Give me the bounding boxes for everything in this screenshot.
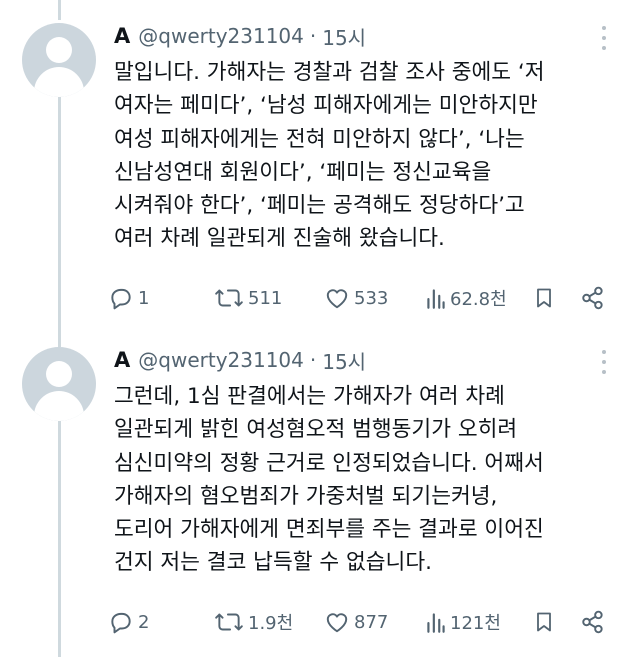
- avatar[interactable]: [22, 347, 96, 421]
- more-icon[interactable]: [594, 350, 614, 374]
- retweet-count: 1.9천: [248, 613, 294, 634]
- tweet-time[interactable]: 15시: [322, 346, 366, 375]
- views-button[interactable]: 121천: [426, 607, 501, 637]
- retweet-icon: [215, 613, 243, 631]
- avatar-head: [46, 361, 72, 387]
- reply-count: 1: [138, 287, 150, 309]
- like-button[interactable]: 533: [324, 283, 388, 313]
- tweet-text-line: 건지 저는 결코 납득할 수 없습니다.: [114, 550, 432, 576]
- tweet-text-line: 그런데, 1심 판결에서는 가해자가 여러 차례: [114, 384, 505, 409]
- reply-icon: [111, 612, 131, 634]
- views-button[interactable]: 62.8천: [426, 283, 507, 313]
- bookmark-button[interactable]: [532, 607, 556, 637]
- tweet-text-line: 심신미약의 정황 근거로 인정되었습니다. 어째서: [114, 450, 544, 476]
- retweet-count: 511: [248, 287, 283, 309]
- avatar[interactable]: [22, 23, 96, 97]
- like-count: 533: [354, 287, 389, 309]
- thread-line-top: [58, 0, 61, 20]
- author-handle[interactable]: @qwerty231104: [138, 348, 304, 372]
- author-handle[interactable]: @qwerty231104: [138, 24, 304, 48]
- tweet-text-line: 시켜줘야 한다’, ‘페미는 공격해도 정당하다’고: [114, 193, 525, 219]
- like-button[interactable]: 877: [324, 607, 388, 637]
- views-count: 121천: [450, 613, 501, 634]
- share-icon: [582, 610, 603, 634]
- tweet-text-line: 여성 피해자에게는 전혀 미안하지 않다’, ‘나는: [114, 126, 525, 152]
- author-name[interactable]: A: [114, 24, 130, 48]
- retweet-icon: [215, 289, 243, 307]
- share-button[interactable]: [580, 283, 606, 313]
- like-icon: [326, 613, 348, 633]
- tweet-text-line: 말입니다. 가해자는 경찰과 검찰 조사 중에도 ‘저: [114, 60, 545, 85]
- tweet-text-line: 여자는 페미다’, ‘남성 피해자에게는 미안하지만: [114, 93, 538, 119]
- tweet-text: 그런데, 1심 판결에서는 가해자가 여러 차례 일관되게 밝힌 여성혐오적 범…: [114, 380, 619, 580]
- like-icon: [326, 289, 348, 309]
- bookmark-button[interactable]: [532, 283, 556, 313]
- tweet-text: 말입니다. 가해자는 경찰과 검찰 조사 중에도 ‘저 여자는 페미다’, ‘남…: [114, 56, 619, 256]
- separator-dot: ·: [309, 348, 317, 372]
- share-button[interactable]: [580, 607, 606, 637]
- reply-icon: [111, 288, 131, 310]
- avatar-head: [46, 37, 72, 63]
- more-icon[interactable]: [594, 26, 614, 50]
- tweet-text-line: 일관되게 밝힌 여성혐오적 범행동기가 오히려: [114, 417, 518, 443]
- reply-button[interactable]: 2: [108, 607, 149, 637]
- bookmark-icon: [537, 288, 551, 308]
- retweet-button[interactable]: 1.9천: [214, 607, 293, 637]
- views-count: 62.8천: [450, 289, 507, 310]
- tweet-time[interactable]: 15시: [322, 22, 366, 51]
- reply-button[interactable]: 1: [108, 283, 149, 313]
- views-icon: [427, 613, 445, 633]
- author-name[interactable]: A: [114, 348, 130, 372]
- tweet-text-line: 여러 차례 일관되게 진술해 왔습니다.: [114, 226, 445, 252]
- retweet-button[interactable]: 511: [214, 283, 282, 313]
- avatar-body: [34, 391, 84, 421]
- separator-dot: ·: [309, 24, 317, 48]
- share-icon: [582, 286, 603, 310]
- views-icon: [427, 289, 445, 309]
- tweet[interactable]: A @qwerty231104 · 15시 말입니다. 가해자는 경찰과 검찰 …: [0, 20, 640, 320]
- avatar-body: [34, 67, 84, 97]
- tweet-text-line: 신남성연대 회원이다’, ‘페미는 정신교육을: [114, 159, 492, 185]
- tweet-text-line: 가해자의 혐오범죄가 가중처벌 되기는커녕,: [114, 483, 498, 509]
- tweet-text-line: 도리어 가해자에게 면죄부를 주는 결과로 이어진: [114, 517, 544, 543]
- bookmark-icon: [537, 612, 551, 632]
- tweet-header: A @qwerty231104 · 15시: [114, 344, 366, 376]
- action-bar: 2 1.9천 877 121천: [108, 607, 620, 637]
- action-bar: 1 511 533 62.8천: [108, 283, 620, 313]
- like-count: 877: [354, 611, 389, 633]
- reply-count: 2: [138, 611, 150, 633]
- tweet-header: A @qwerty231104 · 15시: [114, 20, 366, 52]
- tweet[interactable]: A @qwerty231104 · 15시 그런데, 1심 판결에서는 가해자가…: [0, 344, 640, 654]
